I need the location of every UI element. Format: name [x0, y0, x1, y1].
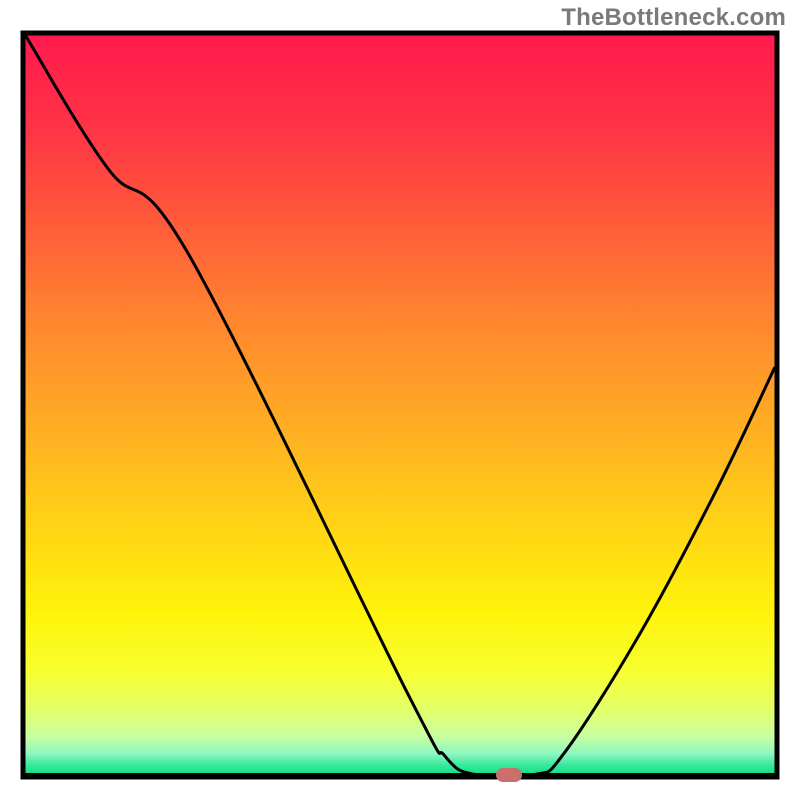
optimal-point-marker: [496, 768, 522, 782]
bottleneck-chart: [0, 0, 800, 800]
chart-container: TheBottleneck.com: [0, 0, 800, 800]
gradient-background: [26, 36, 775, 775]
watermark-text: TheBottleneck.com: [561, 4, 786, 32]
